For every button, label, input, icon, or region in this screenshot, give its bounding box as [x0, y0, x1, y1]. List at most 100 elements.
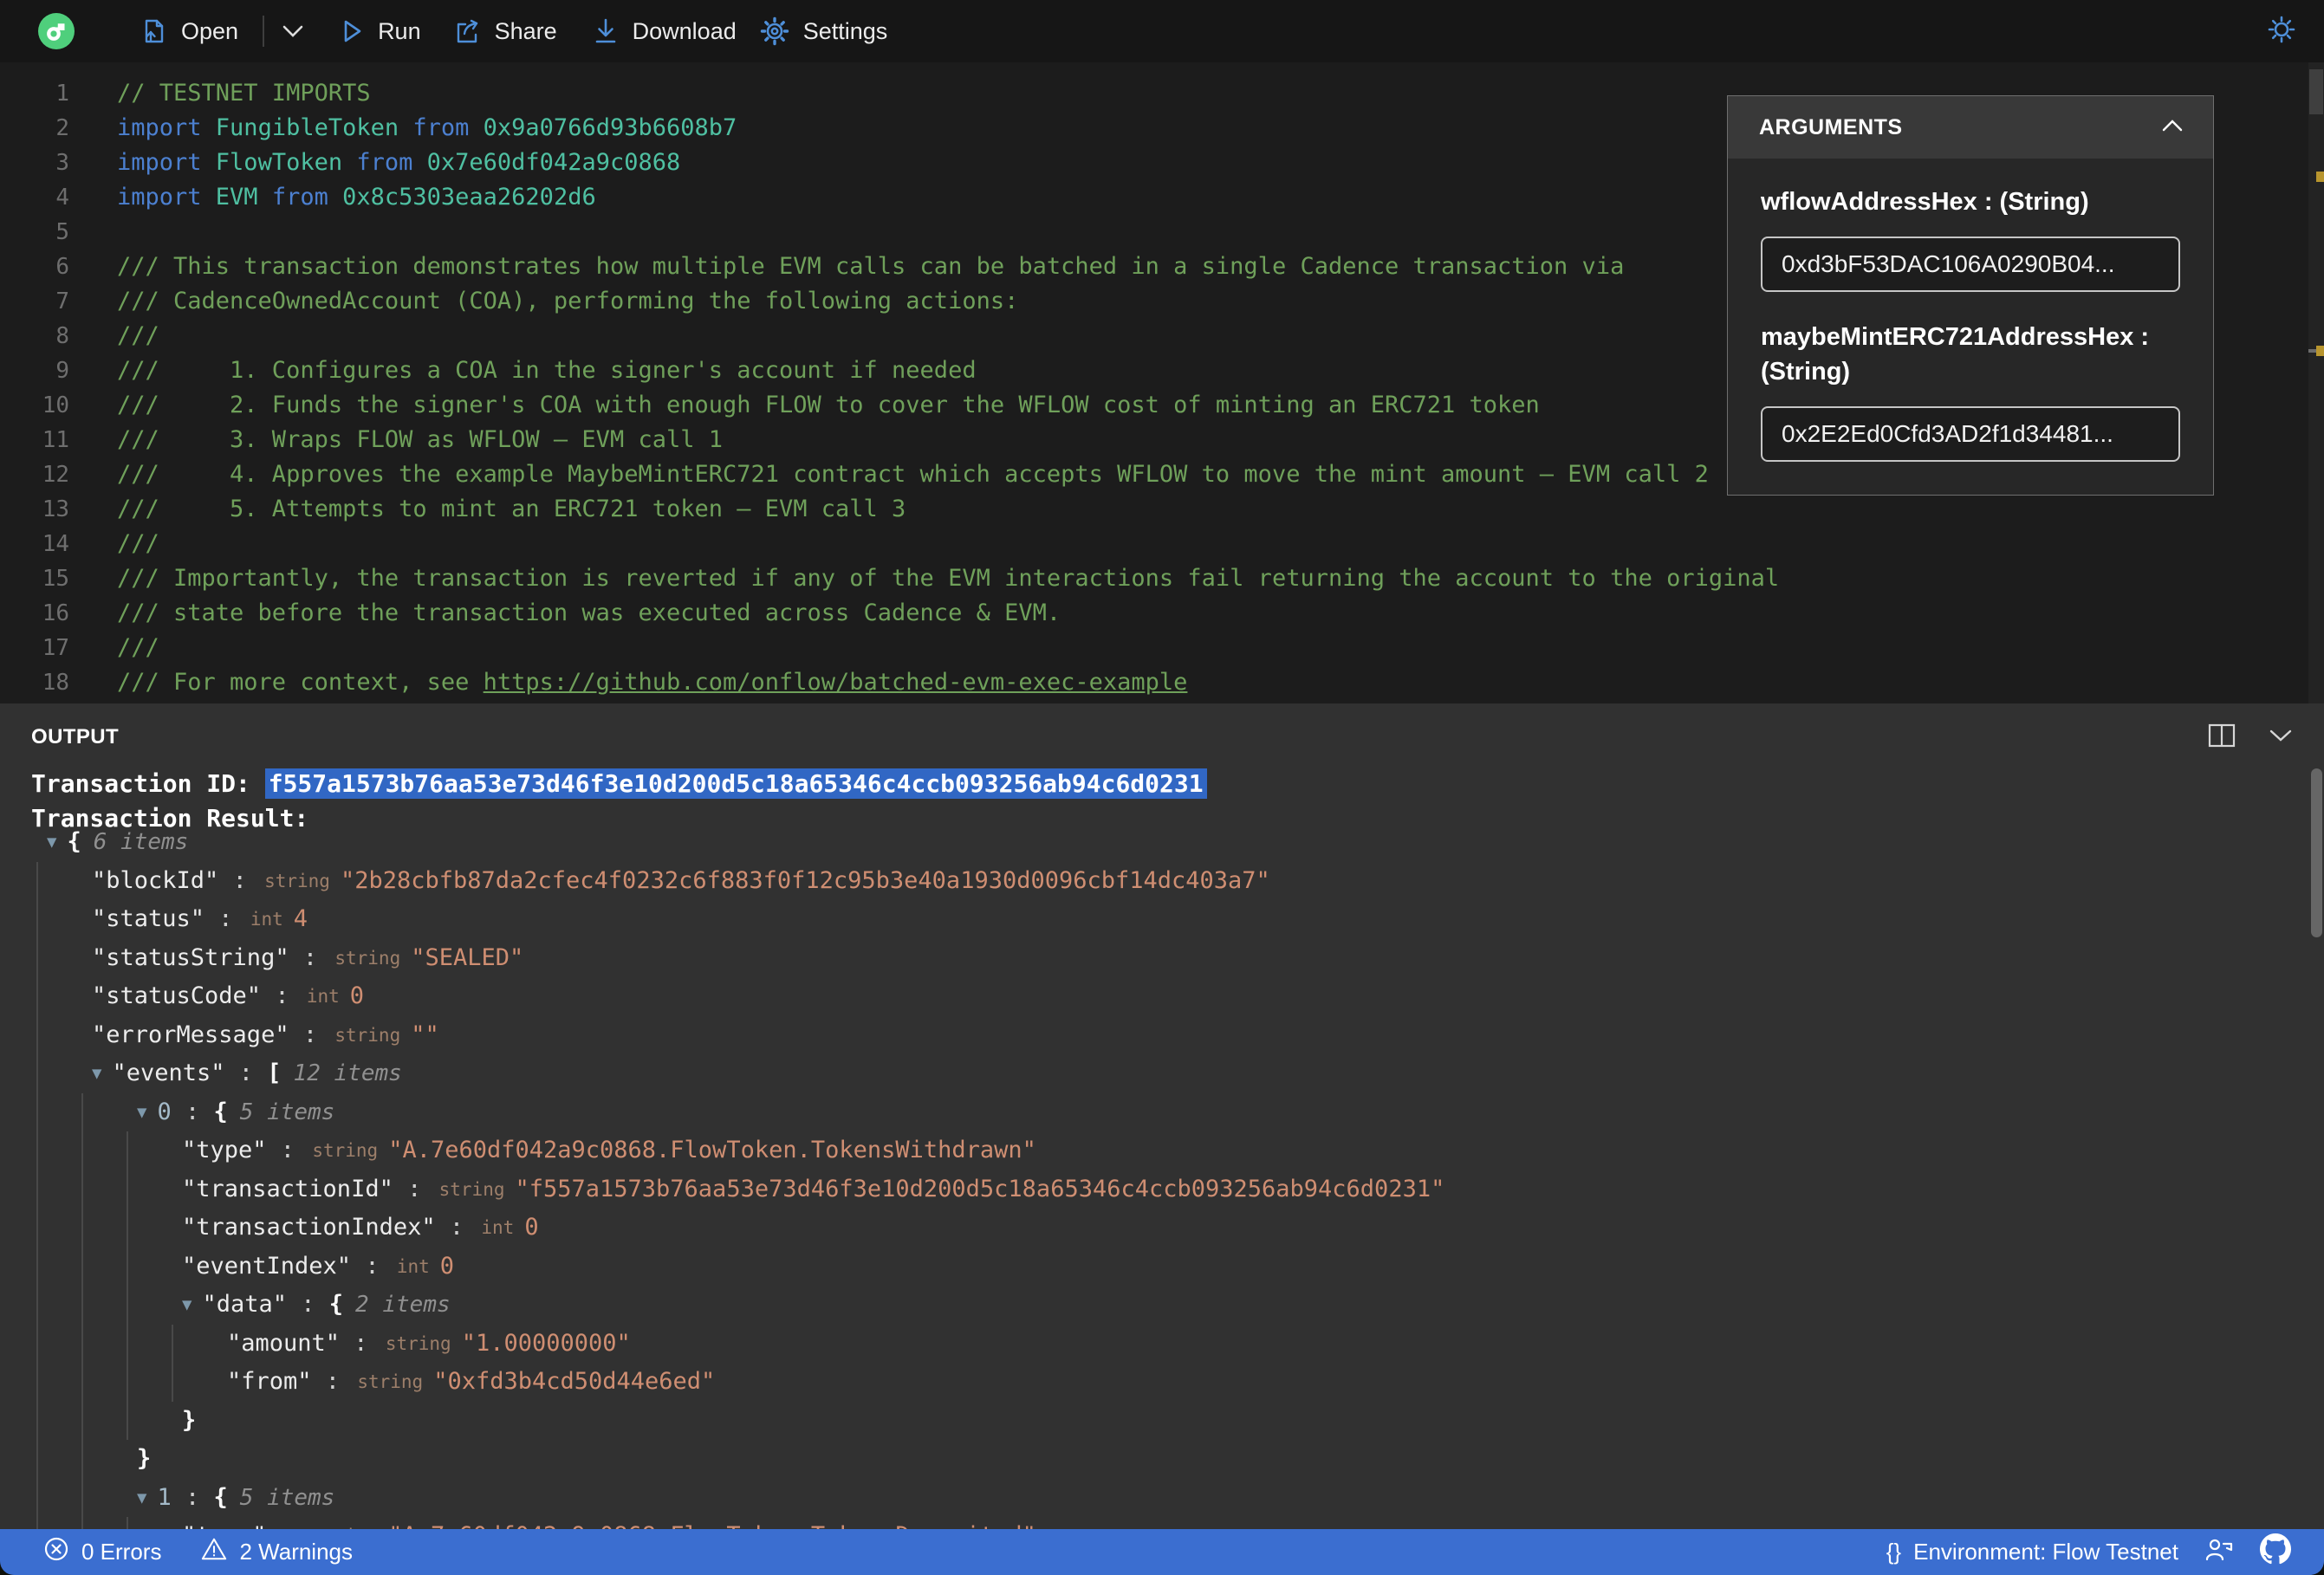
- download-label: Download: [632, 17, 737, 44]
- json-value: "SEALED": [411, 943, 524, 971]
- indent-guide: [127, 1209, 172, 1248]
- editor-scrollbar-thumb[interactable]: [2309, 69, 2323, 114]
- toolbar-divider: [263, 16, 265, 47]
- user-feedback-icon[interactable]: [2204, 1535, 2234, 1569]
- errors-status[interactable]: 0 Errors: [43, 1536, 161, 1568]
- indent-guide: [81, 1324, 127, 1363]
- wflow-address-input[interactable]: [1761, 237, 2180, 292]
- theme-toggle-button[interactable]: [2265, 13, 2298, 50]
- json-value-type: int: [396, 1255, 430, 1277]
- output-scrollbar-thumb[interactable]: [2311, 768, 2322, 937]
- indent-guide: [36, 900, 81, 939]
- json-value: 0: [439, 1252, 455, 1280]
- json-item-count: 12 items: [293, 1060, 402, 1086]
- json-open-brace: {: [67, 828, 81, 855]
- json-row-content: "statusString" : string "SEALED": [81, 939, 523, 978]
- indent-guide: [172, 1363, 217, 1402]
- indent-guide: [36, 1131, 81, 1170]
- play-icon: [339, 18, 365, 44]
- argument-field: maybeMintERC721AddressHex : (String): [1761, 320, 2180, 462]
- arguments-panel-body: wflowAddressHex : (String) maybeMintERC7…: [1728, 159, 2213, 495]
- indent-guide: [36, 1247, 81, 1286]
- json-row-content: "blockId" : string "2b28cbfb87da2cfec4f02…: [81, 862, 1270, 901]
- json-key: "statusString": [92, 943, 289, 971]
- indent-guide: [36, 1092, 81, 1131]
- arguments-panel-header[interactable]: ARGUMENTS: [1728, 96, 2213, 159]
- code-token: ///: [117, 322, 159, 349]
- json-colon: :: [351, 1252, 393, 1280]
- json-colon: :: [224, 1060, 268, 1086]
- collapse-arrow-icon[interactable]: ▼: [137, 1093, 146, 1132]
- status-bar: 0 Errors 2 Warnings {} Environment: Flow…: [0, 1529, 2324, 1575]
- github-icon[interactable]: [2260, 1533, 2291, 1571]
- json-row-content: "eventIndex" : int 0: [172, 1248, 454, 1287]
- arguments-panel: ARGUMENTS wflowAddressHex : (String) may…: [1727, 95, 2214, 496]
- json-colon: :: [261, 982, 303, 1009]
- json-row-content: ▼ {6 items: [36, 823, 188, 862]
- json-index: 0: [157, 1098, 172, 1125]
- code-token: /// 2. Funds the signer's COA with enoug…: [117, 392, 1540, 418]
- json-tree-row: "from" : string "0xfd3b4cd50d44e6ed": [36, 1363, 2298, 1402]
- code-area[interactable]: // TESTNET IMPORTS import FungibleToken f…: [117, 76, 1779, 700]
- json-value: "A.7e60df042a9c0868.FlowToken.TokensDepo…: [388, 1517, 1036, 1529]
- json-colon: :: [393, 1175, 436, 1202]
- open-button[interactable]: Open: [139, 16, 238, 46]
- json-open-brace: {: [213, 1098, 228, 1125]
- json-tree-row: }: [36, 1401, 2298, 1440]
- collapse-arrow-icon[interactable]: ▼: [47, 823, 56, 862]
- json-index: 1: [157, 1483, 172, 1511]
- collapse-output-chevron-icon[interactable]: [2269, 729, 2293, 747]
- line-number: 14: [42, 531, 69, 557]
- transaction-id-value[interactable]: f557a1573b76aa53e73d46f3e10d200d5c18a653…: [264, 768, 1207, 799]
- collapse-arrow-icon[interactable]: ▼: [92, 1054, 101, 1093]
- code-line: ///: [117, 319, 1779, 353]
- split-panel-icon[interactable]: [2208, 723, 2236, 752]
- json-colon: :: [287, 1291, 329, 1318]
- json-colon: :: [289, 1021, 332, 1048]
- indent-guide: [36, 977, 81, 1016]
- code-token: /// For more context, see: [117, 669, 484, 696]
- chevron-up-icon[interactable]: [2161, 119, 2184, 137]
- settings-button[interactable]: Settings: [759, 16, 888, 47]
- open-dropdown-chevron-icon[interactable]: [282, 24, 304, 38]
- settings-label: Settings: [802, 17, 888, 44]
- code-token: ///: [117, 530, 159, 557]
- share-button[interactable]: Share: [452, 16, 557, 46]
- json-key: "type": [182, 1137, 267, 1163]
- json-close-brace: }: [182, 1406, 197, 1434]
- code-line: /// 4. Approves the example MaybeMintERC…: [117, 457, 1779, 492]
- editor-scrollbar[interactable]: [2308, 62, 2324, 703]
- json-value: "f557a1573b76aa53e73d46f3e10d200d5c18a65…: [515, 1175, 1445, 1202]
- toolbar: Open Run Share Download Settings: [0, 0, 2324, 62]
- code-link[interactable]: https://github.com/onflow/batched-evm-ex…: [484, 669, 1188, 696]
- collapse-arrow-icon[interactable]: ▼: [137, 1479, 146, 1518]
- arguments-title: ARGUMENTS: [1759, 114, 1903, 139]
- json-row-content: "type" : string "A.7e60df042a9c0868.FlowT…: [172, 1131, 1036, 1170]
- collapse-arrow-icon[interactable]: ▼: [182, 1286, 192, 1325]
- line-number: 8: [55, 323, 69, 349]
- output-title: OUTPUT: [31, 725, 120, 749]
- environment-label: Environment: Flow Testnet: [1913, 1539, 2178, 1565]
- download-button[interactable]: Download: [592, 16, 737, 46]
- indent-guide: [81, 1517, 127, 1529]
- error-icon: [43, 1536, 69, 1568]
- code-token: EVM: [215, 184, 272, 211]
- json-value-type: string: [385, 1332, 451, 1354]
- maybemint-address-input[interactable]: [1761, 406, 2180, 462]
- indent-guide: [127, 1517, 172, 1529]
- code-line: ///: [117, 527, 1779, 561]
- json-colon: :: [171, 1483, 214, 1511]
- flow-logo-icon[interactable]: [38, 13, 75, 49]
- warnings-status[interactable]: 2 Warnings: [201, 1536, 353, 1568]
- environment-status[interactable]: {} Environment: Flow Testnet: [1886, 1539, 2178, 1565]
- run-button[interactable]: Run: [339, 18, 421, 45]
- json-colon: :: [435, 1214, 478, 1241]
- indent-guide: [36, 1363, 81, 1402]
- code-token: FlowToken: [215, 149, 357, 176]
- line-number: 1: [55, 81, 69, 107]
- json-value-type: string: [357, 1371, 424, 1392]
- code-line: // TESTNET IMPORTS: [117, 76, 1779, 111]
- json-tree-row: ▼ {6 items: [36, 823, 2298, 862]
- run-label: Run: [378, 17, 421, 44]
- json-item-count: 2 items: [355, 1292, 451, 1318]
